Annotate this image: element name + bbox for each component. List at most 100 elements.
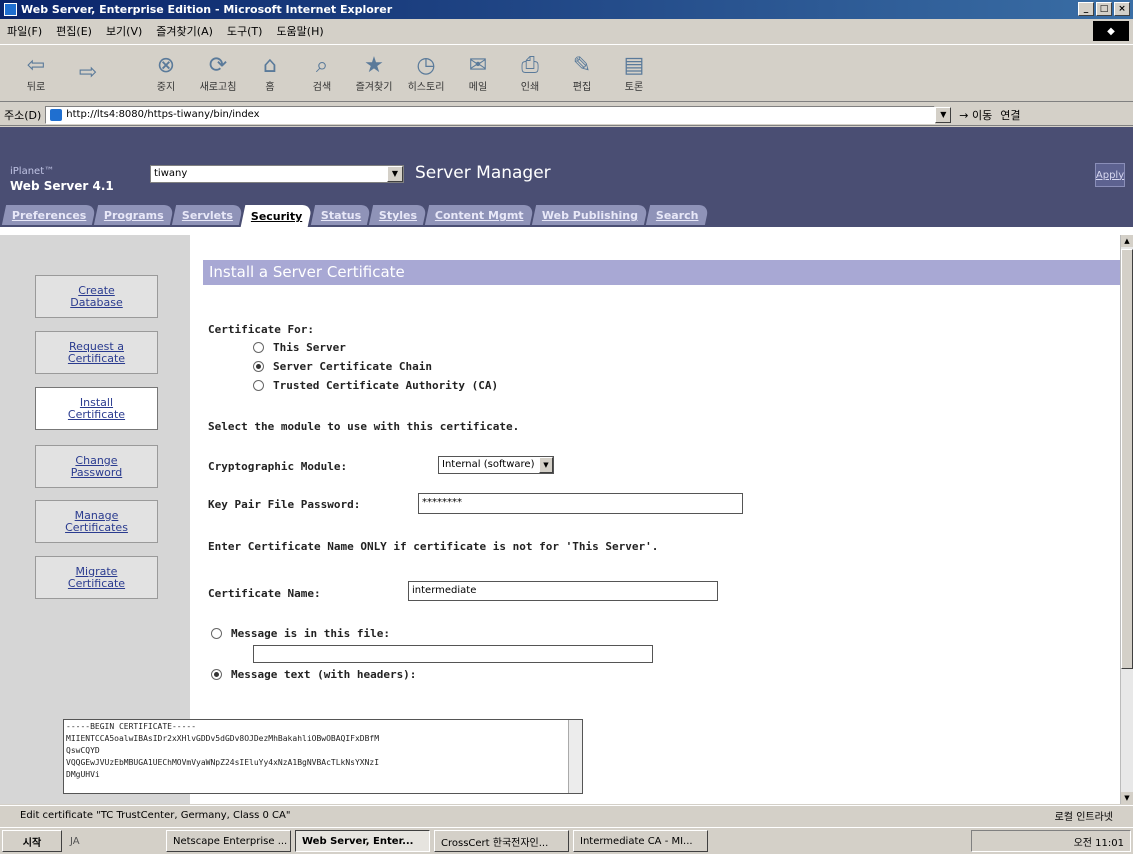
edit-icon: ✎ — [572, 52, 592, 78]
menu-tools[interactable]: 도구(T) — [220, 23, 270, 39]
mail-button[interactable]: ✉ 메일 — [452, 47, 504, 99]
server-select[interactable]: tiwany ▼ — [150, 165, 404, 183]
header-divider — [0, 227, 1133, 235]
certificate-name-label: Certificate Name: — [208, 587, 321, 600]
tab-programs[interactable]: Programs — [94, 205, 175, 225]
sidebar-item-install-certificate[interactable]: Install Certificate — [35, 387, 158, 430]
address-url: http://lts4:8080/https-tiwany/bin/index — [66, 108, 260, 120]
home-icon: ⌂ — [263, 52, 277, 78]
apply-button[interactable]: Apply — [1095, 163, 1125, 187]
sidebar-item-manage-certificates[interactable]: Manage Certificates — [35, 500, 158, 543]
ie-window: { "window": {"title": "Web Server, Enter… — [0, 0, 1133, 854]
menubar: 파일(F) 편집(E) 보기(V) 즐겨찾기(A) 도구(T) 도움말(H) — [0, 19, 1133, 43]
radio-trusted-ca[interactable] — [253, 380, 264, 391]
certificate-name-input[interactable]: intermediate — [408, 581, 718, 601]
quick-launch[interactable]: JA — [62, 830, 162, 852]
address-bar: 주소(D) http://lts4:8080/https-tiwany/bin/… — [0, 104, 1133, 126]
tab-security[interactable]: Security — [240, 205, 313, 227]
address-input[interactable]: http://lts4:8080/https-tiwany/bin/index — [45, 105, 936, 124]
back-arrow-icon: ⇦ — [26, 52, 46, 78]
scroll-down-icon[interactable]: ▼ — [1121, 792, 1133, 804]
key-pair-password-input[interactable]: ******** — [418, 493, 743, 514]
message-text-label: Message text (with headers): — [231, 668, 417, 681]
menu-edit[interactable]: 편집(E) — [49, 23, 99, 39]
scroll-thumb[interactable] — [1121, 249, 1133, 669]
tab-content-mgmt[interactable]: Content Mgmt — [424, 205, 534, 225]
menu-favorites[interactable]: 즐겨찾기(A) — [149, 23, 220, 39]
edit-button[interactable]: ✎ 편집 — [556, 47, 608, 99]
mail-icon: ✉ — [468, 52, 488, 78]
security-zone: 로컬 인트라넷 — [1054, 812, 1113, 823]
message-file-label: Message is in this file: — [231, 627, 390, 640]
system-tray: 오전 11:01 — [971, 830, 1131, 852]
crypto-module-select[interactable]: Internal (software) ▼ — [438, 456, 554, 474]
page-scrollbar[interactable]: ▲ ▼ — [1120, 235, 1133, 804]
ie-icon — [4, 3, 17, 16]
chevron-down-icon: ▼ — [539, 457, 553, 473]
radio-message-file[interactable] — [211, 628, 222, 639]
history-button[interactable]: ◷ 히스토리 — [400, 47, 452, 99]
address-dropdown-icon[interactable]: ▼ — [935, 106, 952, 123]
history-icon: ◷ — [416, 52, 436, 78]
tab-bar: Preferences Programs Servlets Security S… — [1, 205, 709, 227]
sidebar-item-request-certificate[interactable]: Request a Certificate — [35, 331, 158, 374]
menu-help[interactable]: 도움말(H) — [269, 23, 330, 39]
radio-this-server-label: This Server — [273, 341, 346, 354]
menu-file[interactable]: 파일(F) — [0, 23, 49, 39]
message-file-input[interactable] — [253, 645, 653, 663]
task-crosscert[interactable]: CrossCert 한국전자인... — [434, 830, 569, 852]
window-title: Web Server, Enterprise Edition - Microso… — [21, 3, 393, 16]
tab-servlets[interactable]: Servlets — [172, 205, 244, 225]
status-bar: Edit certificate "TC TrustCenter, German… — [0, 805, 1133, 825]
favorites-button[interactable]: ★ 즐겨찾기 — [348, 47, 400, 99]
tab-status[interactable]: Status — [310, 205, 371, 225]
sidebar-item-migrate-certificate[interactable]: Migrate Certificate — [35, 556, 158, 599]
tab-search[interactable]: Search — [645, 205, 709, 225]
radio-this-server[interactable] — [253, 342, 264, 353]
task-intermediate-ca[interactable]: Intermediate CA - MI... — [573, 830, 708, 852]
page-content: iPlanet™ Web Server 4.1 tiwany ▼ Server … — [0, 127, 1133, 804]
minimize-button[interactable]: _ — [1078, 2, 1094, 16]
clock: 오전 11:01 — [1073, 837, 1124, 849]
taskbar: 시작 JA Netscape Enterprise ... Web Server… — [0, 827, 1133, 854]
forward-button[interactable]: ⇨ — [62, 47, 114, 99]
maximize-button[interactable]: □ — [1096, 2, 1112, 16]
refresh-button[interactable]: ⟳ 새로고침 — [192, 47, 244, 99]
sidebar-item-create-database[interactable]: Create Database — [35, 275, 158, 318]
close-button[interactable]: × — [1114, 2, 1130, 16]
page-icon — [50, 108, 63, 121]
refresh-icon: ⟳ — [208, 52, 228, 78]
stop-icon: ⊗ — [156, 52, 176, 78]
password-label: Key Pair File Password: — [208, 498, 361, 511]
forward-arrow-icon: ⇨ — [78, 60, 98, 85]
tab-preferences[interactable]: Preferences — [1, 205, 97, 225]
task-netscape[interactable]: Netscape Enterprise ... — [166, 830, 291, 852]
certificate-textarea[interactable]: -----BEGIN CERTIFICATE----- MIIENTCCA5oa… — [63, 719, 583, 794]
textarea-scrollbar[interactable] — [568, 720, 582, 793]
tab-styles[interactable]: Styles — [368, 205, 428, 225]
sidebar-item-change-password[interactable]: Change Password — [35, 445, 158, 488]
window-titlebar[interactable]: Web Server, Enterprise Edition - Microso… — [0, 0, 1133, 19]
windows-logo-icon: ◆ — [1093, 21, 1129, 41]
radio-server-certificate-chain[interactable] — [253, 361, 264, 372]
menu-view[interactable]: 보기(V) — [99, 23, 149, 39]
search-icon: ⌕ — [315, 52, 329, 78]
go-button[interactable]: → 이동 — [959, 107, 992, 123]
task-web-server[interactable]: Web Server, Enter... — [295, 830, 430, 852]
start-button[interactable]: 시작 — [2, 830, 62, 852]
scroll-up-icon[interactable]: ▲ — [1121, 235, 1133, 247]
enter-name-text: Enter Certificate Name ONLY if certifica… — [208, 540, 659, 553]
home-button[interactable]: ⌂ 홈 — [244, 47, 296, 99]
page-title: Install a Server Certificate — [203, 260, 1123, 285]
chevron-down-icon: ▼ — [387, 166, 403, 182]
certificate-for-label: Certificate For: — [208, 323, 314, 336]
radio-message-text[interactable] — [211, 669, 222, 680]
stop-button[interactable]: ⊗ 중지 — [140, 47, 192, 99]
discuss-button[interactable]: ▤ 토론 — [608, 47, 660, 99]
print-button[interactable]: ⎙ 인쇄 — [504, 47, 556, 99]
links-button[interactable]: 연결 — [1000, 107, 1020, 123]
tab-web-publishing[interactable]: Web Publishing — [531, 205, 648, 225]
back-button[interactable]: ⇦ 뒤로 — [10, 47, 62, 99]
search-button[interactable]: ⌕ 검색 — [296, 47, 348, 99]
